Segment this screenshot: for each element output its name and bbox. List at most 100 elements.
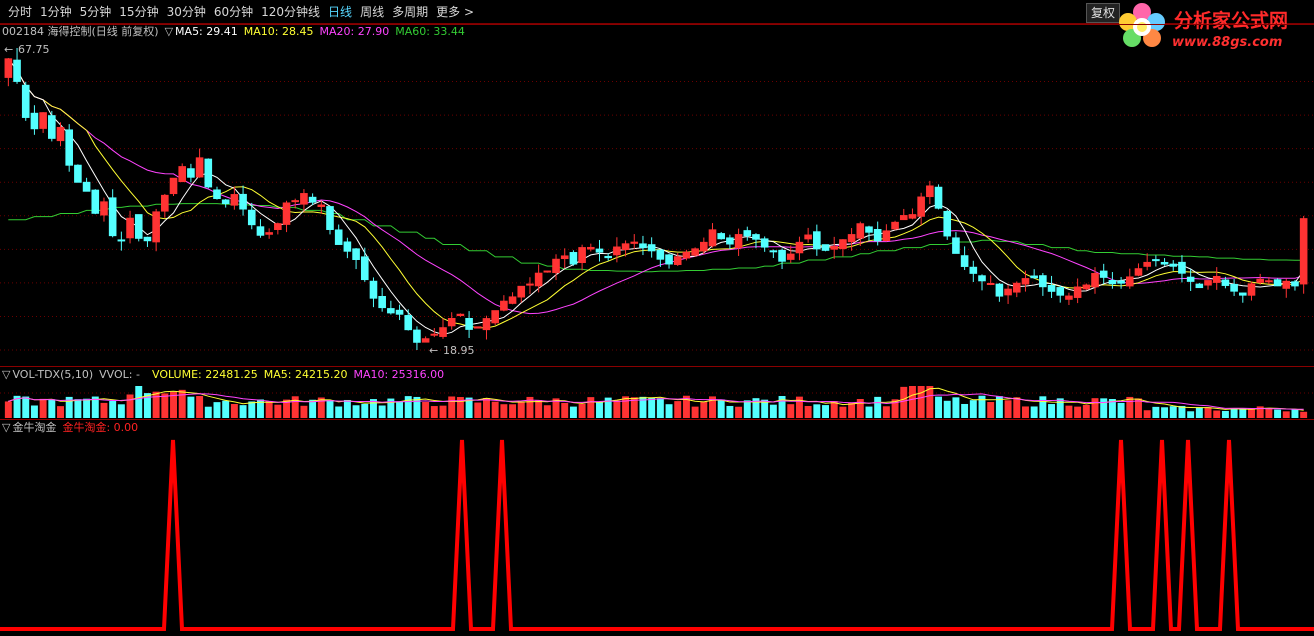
candlestick [334, 224, 343, 245]
volume-bar [361, 403, 369, 418]
volume-bar [969, 400, 977, 418]
indicator-path [0, 439, 1314, 631]
candle-body [239, 193, 247, 210]
candlestick [1125, 268, 1134, 289]
ma20-line [7, 58, 1304, 315]
volume-bar [483, 397, 490, 418]
candle-body [882, 230, 891, 241]
volume-bar [474, 402, 482, 418]
candle-body [1021, 278, 1030, 285]
candlestick [630, 234, 639, 249]
volume-bar [900, 386, 908, 418]
candle-body [48, 115, 56, 139]
candlestick [1195, 282, 1204, 289]
candlestick [908, 208, 917, 220]
volume-bar [935, 396, 943, 418]
volume-bar [1056, 398, 1064, 418]
candlestick [752, 233, 760, 249]
candle-body [300, 193, 308, 205]
candlestick [830, 236, 839, 259]
ma60-line [8, 203, 1304, 273]
candle-body [813, 231, 821, 250]
candle-body [952, 237, 960, 254]
candlestick [65, 124, 74, 172]
candlestick [482, 315, 491, 340]
volume-bar [1030, 406, 1038, 418]
candle-body [691, 248, 699, 256]
volume-bar [500, 404, 508, 418]
candlestick [239, 185, 247, 216]
candle-body [943, 210, 952, 237]
volume-bar [578, 403, 586, 418]
candlestick [1004, 284, 1012, 304]
candle-body [708, 229, 717, 247]
candle-body [526, 283, 534, 286]
candle-body [656, 249, 665, 260]
candlestick [134, 214, 143, 242]
volume-bar [196, 395, 204, 418]
candle-body [439, 327, 447, 337]
candle-body [500, 300, 508, 311]
candle-body [1039, 275, 1047, 288]
candle-body [117, 239, 126, 242]
candlestick [378, 287, 386, 312]
candlestick [395, 304, 404, 321]
volume-bar [152, 391, 160, 418]
volume-bar [1195, 407, 1203, 418]
volume-bar [1100, 398, 1108, 418]
candle-body [39, 112, 47, 129]
candle-body [465, 317, 473, 330]
candlestick [48, 110, 56, 142]
candlestick [1143, 253, 1151, 271]
volume-bar [874, 396, 882, 418]
candlestick [934, 184, 943, 210]
candle-body [143, 236, 152, 242]
candle-body [1186, 276, 1195, 282]
candlestick [74, 164, 82, 183]
ma5-line [7, 58, 1305, 336]
candle-body [1065, 295, 1073, 300]
candle-body [161, 194, 169, 212]
candle-body [969, 266, 978, 274]
candlestick [1238, 292, 1247, 303]
volume-bar [596, 401, 603, 418]
volume-bar [83, 398, 91, 418]
candlestick [108, 189, 117, 238]
volume-bar [422, 401, 430, 418]
candle-body [1247, 283, 1256, 296]
candle-body [1056, 287, 1065, 296]
volume-bar [622, 396, 630, 418]
volume-bar [161, 393, 169, 418]
candlestick [1108, 272, 1117, 289]
high-price-label: 67.75 [18, 43, 50, 56]
volume-bar [222, 400, 230, 418]
volume-bar [1161, 407, 1169, 418]
candle-body [343, 241, 352, 252]
volume-bar [4, 401, 12, 418]
volume-bar [430, 406, 438, 418]
volume-bar [848, 402, 856, 418]
volume-bar [908, 386, 916, 418]
volume-bar [1004, 400, 1012, 418]
candlestick [456, 313, 465, 317]
volume-bar [1082, 404, 1090, 418]
volume-bar [187, 396, 195, 418]
volume-bar [309, 399, 317, 418]
candle-body [230, 194, 239, 206]
candlestick [161, 193, 169, 218]
candlestick [360, 247, 369, 282]
candle-body [613, 246, 621, 256]
volume-bar [1291, 409, 1299, 418]
candlestick [247, 202, 256, 230]
volume-bar [717, 399, 725, 418]
volume-bar [509, 404, 517, 418]
kline-chart[interactable]: 67.75 ← 18.95 ← [0, 0, 1314, 636]
candle-body [30, 112, 39, 130]
candle-body [508, 296, 517, 304]
candle-body [1152, 259, 1160, 262]
volume-bar [743, 400, 751, 418]
volume-bar [109, 400, 117, 418]
candle-body [91, 189, 100, 214]
candlestick [1291, 280, 1299, 291]
candle-body [221, 199, 230, 205]
